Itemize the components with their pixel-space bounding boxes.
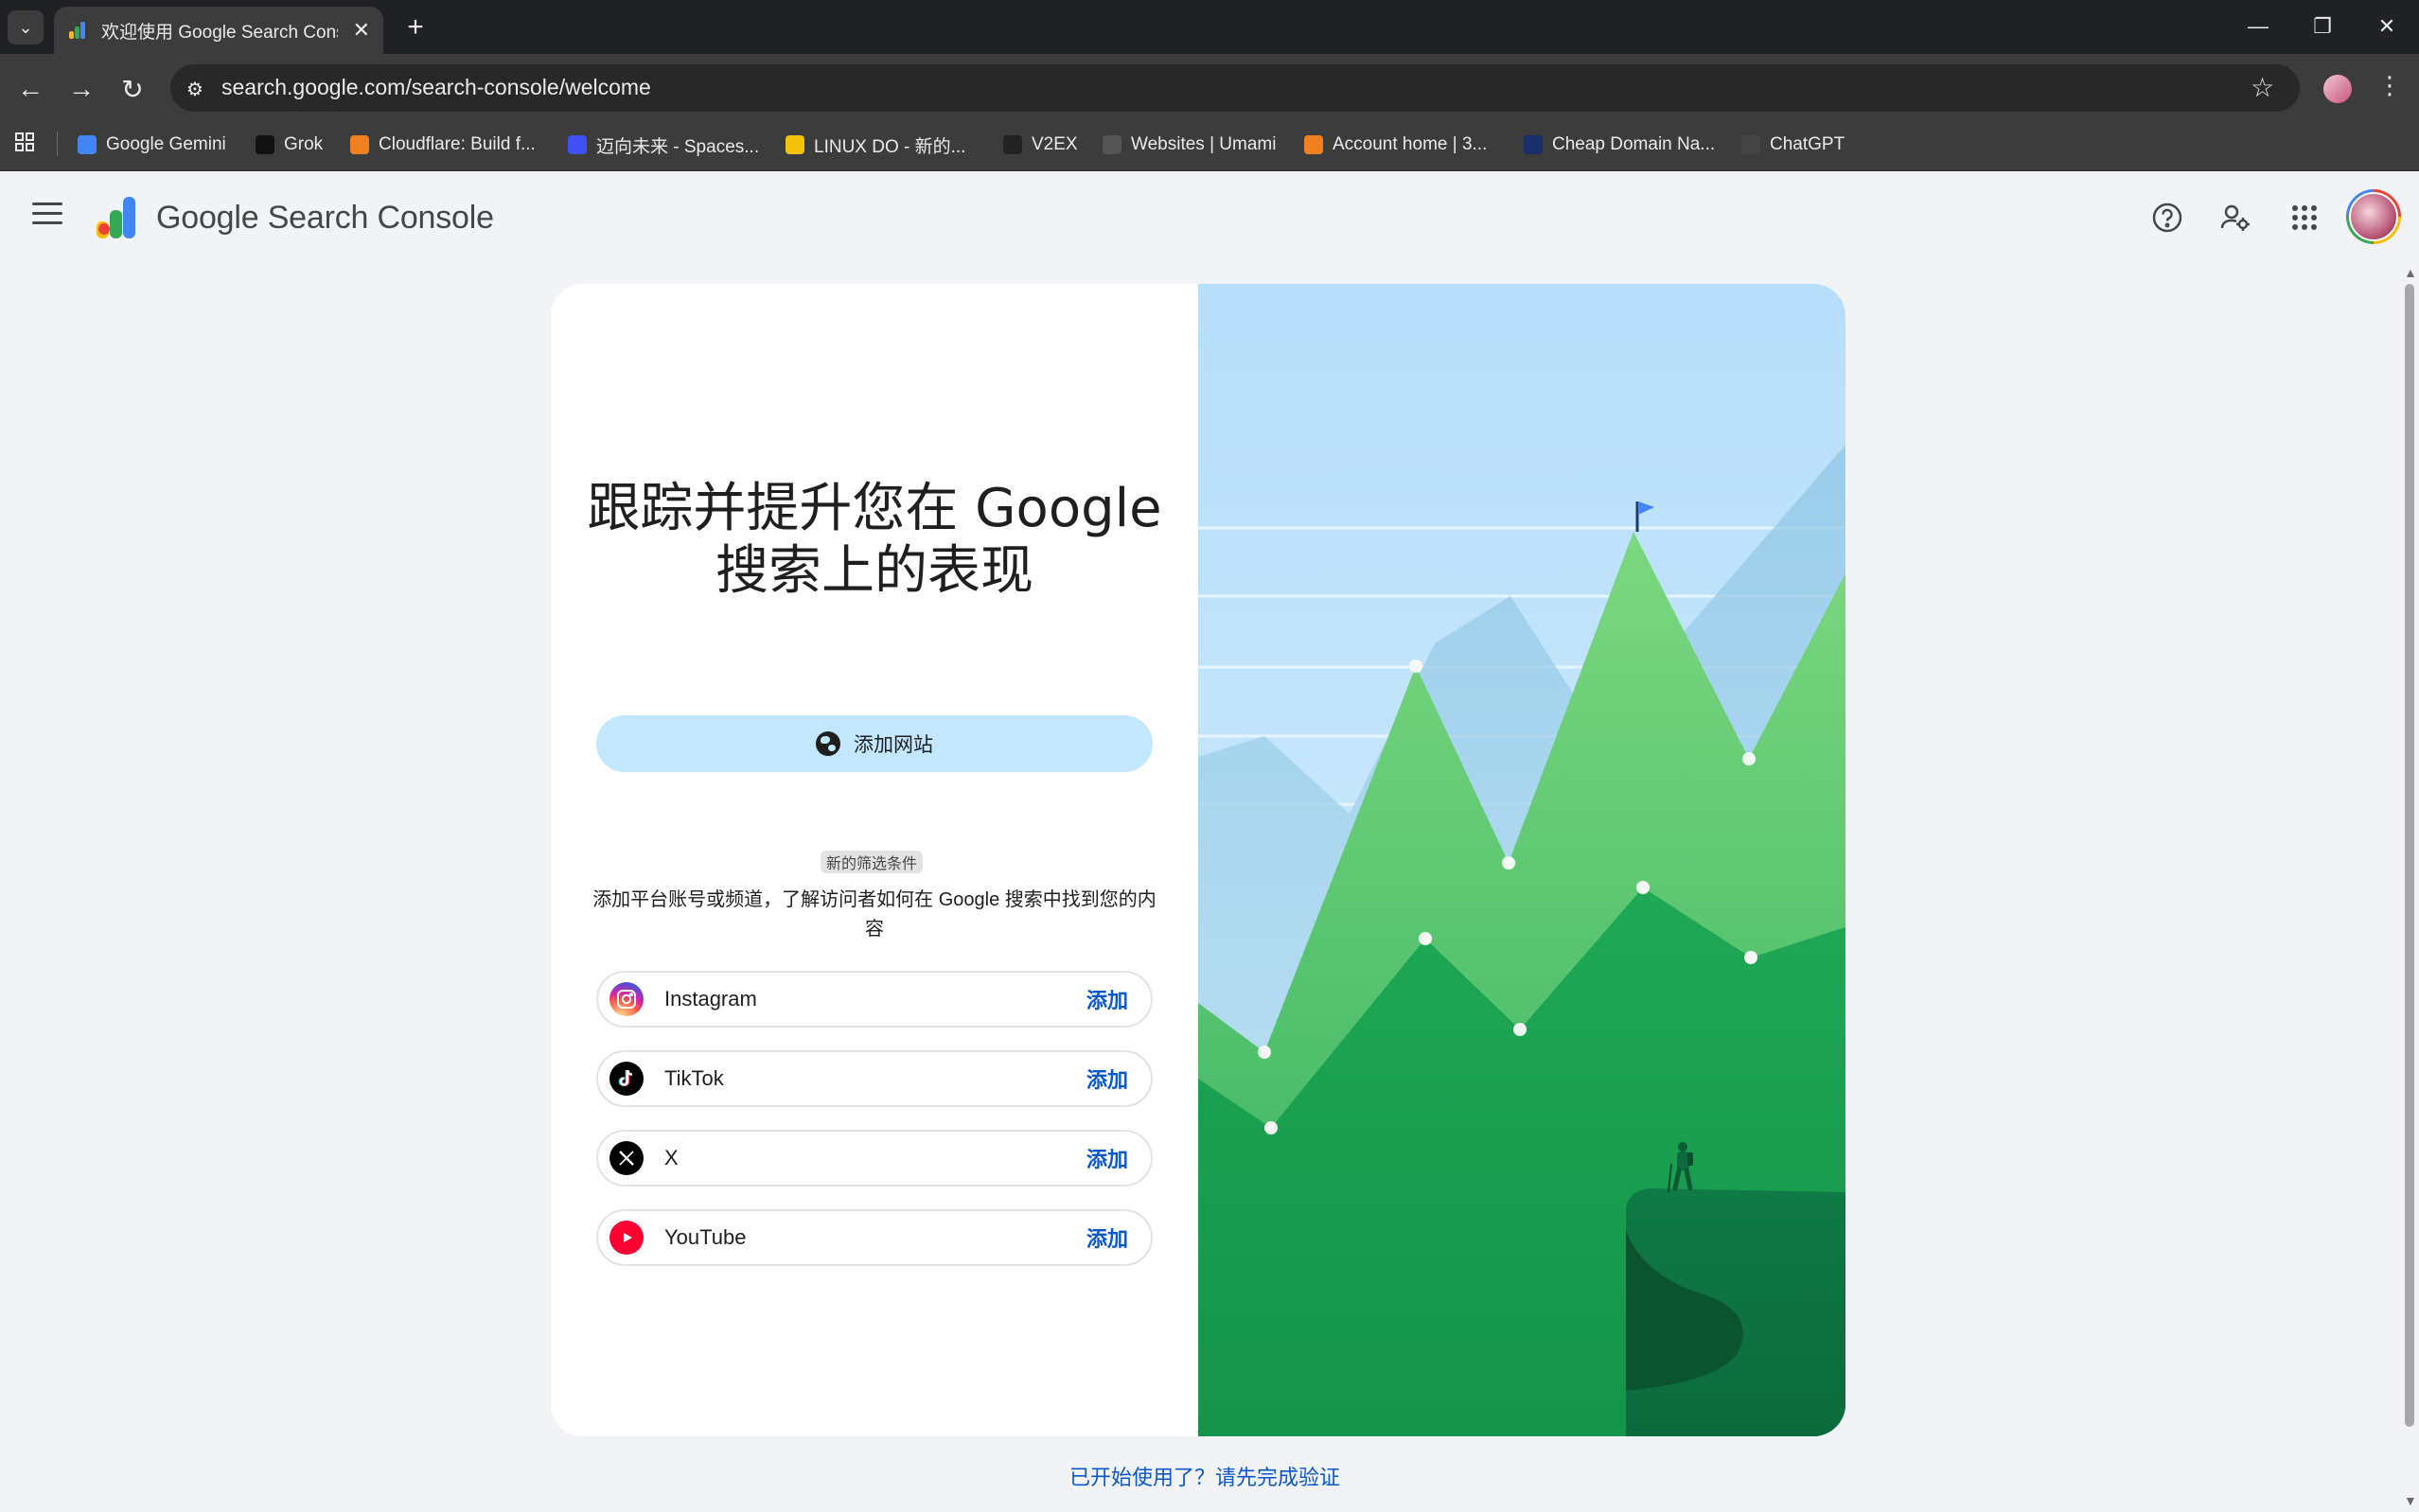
- new-badge: 新的筛选条件: [821, 851, 924, 873]
- bookmark-item[interactable]: Cloudflare: Build f...: [350, 129, 536, 161]
- add-instagram-button[interactable]: 添加: [1086, 984, 1128, 1014]
- product-google-word: Google: [156, 200, 259, 236]
- bookmark-label: Websites | Umami: [1131, 134, 1277, 154]
- bookmark-label: Grok: [284, 134, 324, 154]
- platform-row-tiktok[interactable]: TikTok 添加: [596, 1050, 1153, 1107]
- bookmark-favicon-icon: [350, 135, 369, 154]
- product-title[interactable]: Google Search Console: [156, 200, 494, 237]
- welcome-card: 跟踪并提升您在 Google 搜索上的表现 添加网站 新的筛选条件 添加平台账号…: [551, 284, 1845, 1436]
- address-url[interactable]: search.google.com/search-console/welcome: [221, 75, 651, 100]
- bookmark-star-icon[interactable]: ☆: [2251, 72, 2274, 103]
- browser-profile-icon[interactable]: [2323, 75, 2352, 103]
- back-arrow-icon[interactable]: ←: [11, 70, 49, 108]
- platform-row-youtube[interactable]: YouTube 添加: [596, 1209, 1153, 1266]
- add-tiktok-button[interactable]: 添加: [1086, 1064, 1128, 1094]
- platform-row-instagram[interactable]: Instagram 添加: [596, 971, 1153, 1028]
- forward-arrow-icon[interactable]: →: [62, 70, 100, 108]
- add-youtube-button[interactable]: 添加: [1086, 1222, 1128, 1253]
- account-avatar[interactable]: [2346, 189, 2401, 244]
- bookmark-favicon-icon: [1103, 135, 1121, 154]
- bookmark-item[interactable]: ChatGPT: [1741, 129, 1845, 161]
- apps-grid-icon[interactable]: [13, 131, 38, 155]
- bookmark-item[interactable]: LINUX DO - 新的...: [786, 129, 965, 161]
- welcome-left-pane: 跟踪并提升您在 Google 搜索上的表现 添加网站 新的筛选条件 添加平台账号…: [551, 284, 1198, 1436]
- globe-icon: [816, 731, 840, 756]
- browser-tab-active[interactable]: 欢迎使用 Google Search Console ✕: [54, 7, 383, 54]
- bookmark-favicon-icon: [786, 135, 804, 154]
- bookmark-favicon-icon: [1741, 135, 1760, 154]
- tiktok-icon: [609, 1062, 644, 1096]
- mountain-illustration: [1198, 284, 1845, 1436]
- platform-name: Instagram: [664, 987, 757, 1011]
- bookmark-favicon-icon: [1304, 135, 1323, 154]
- scrollbar-thumb[interactable]: [2405, 284, 2414, 1427]
- platform-name: TikTok: [664, 1066, 724, 1090]
- tab-search-button[interactable]: ⌄: [8, 10, 44, 44]
- bookmark-label: V2EX: [1032, 134, 1078, 154]
- bookmark-item[interactable]: V2EX: [1003, 129, 1078, 161]
- search-console-favicon-icon: [67, 20, 88, 41]
- bookmark-item[interactable]: Account home | 3...: [1304, 129, 1487, 161]
- reload-icon[interactable]: ↻: [114, 70, 151, 108]
- site-info-icon[interactable]: ⚙: [182, 76, 208, 102]
- product-name: Search Console: [267, 200, 494, 236]
- help-icon[interactable]: [2148, 199, 2186, 237]
- bookmark-label: Cheap Domain Na...: [1552, 134, 1716, 154]
- window-close-icon[interactable]: ✕: [2368, 11, 2406, 42]
- chevron-down-icon: ⌄: [18, 17, 33, 37]
- new-tab-button[interactable]: +: [397, 9, 433, 45]
- scroll-up-icon[interactable]: ▲: [2404, 265, 2417, 280]
- headline-line-2: 搜索上的表现: [715, 540, 1033, 602]
- bookmark-label: Account home | 3...: [1333, 134, 1488, 154]
- manage-users-icon[interactable]: [2216, 199, 2254, 237]
- bookmark-favicon-icon: [1524, 135, 1543, 154]
- scroll-down-icon[interactable]: ▼: [2404, 1493, 2417, 1508]
- page-title: 跟踪并提升您在 Google 搜索上的表现: [579, 478, 1170, 603]
- add-x-button[interactable]: 添加: [1086, 1143, 1128, 1173]
- platform-description: 添加平台账号或频道，了解访问者如何在 Google 搜索中找到您的内容: [592, 889, 1157, 940]
- bookmark-item[interactable]: Cheap Domain Na...: [1524, 129, 1715, 161]
- instagram-icon: [609, 982, 644, 1016]
- youtube-icon: [609, 1221, 644, 1255]
- add-site-label: 添加网站: [854, 734, 933, 756]
- restore-icon[interactable]: ❐: [2304, 11, 2341, 42]
- bookmark-label: ChatGPT: [1770, 134, 1845, 154]
- bookmark-label: 迈向未来 - Spaces...: [596, 136, 760, 157]
- minimize-icon[interactable]: —: [2239, 11, 2277, 42]
- bookmark-favicon-icon: [256, 135, 274, 154]
- tab-close-icon[interactable]: ✕: [353, 18, 370, 43]
- x-logo-icon: [609, 1141, 644, 1175]
- main-menu-icon[interactable]: [32, 202, 62, 227]
- bookmark-item[interactable]: Websites | Umami: [1103, 129, 1276, 161]
- bookmark-item[interactable]: Grok: [256, 129, 323, 161]
- browser-menu-icon[interactable]: ⋮: [2377, 71, 2402, 100]
- verify-link[interactable]: 已开始使用了？请先完成验证: [1069, 1461, 1340, 1491]
- headline-line-1: 跟踪并提升您在 Google: [587, 478, 1162, 539]
- platform-name: YouTube: [664, 1225, 747, 1249]
- bookmark-favicon-icon: [1003, 135, 1022, 154]
- add-site-button[interactable]: 添加网站: [596, 715, 1153, 772]
- tab-title: 欢迎使用 Google Search Console: [101, 22, 338, 43]
- search-console-logo-icon[interactable]: [93, 195, 142, 240]
- bookmark-label: Google Gemini: [106, 134, 226, 154]
- platform-row-x[interactable]: X 添加: [596, 1130, 1153, 1187]
- platform-name: X: [664, 1146, 679, 1169]
- bookmark-favicon-icon: [568, 135, 587, 154]
- bookmark-label: LINUX DO - 新的...: [814, 136, 966, 157]
- bookmark-item[interactable]: 迈向未来 - Spaces...: [568, 129, 759, 161]
- google-apps-icon[interactable]: [2286, 199, 2323, 237]
- bookmark-favicon-icon: [78, 135, 97, 154]
- bookmarks-separator: [57, 132, 58, 156]
- bookmark-item[interactable]: Google Gemini: [78, 129, 226, 161]
- bookmark-label: Cloudflare: Build f...: [379, 134, 536, 154]
